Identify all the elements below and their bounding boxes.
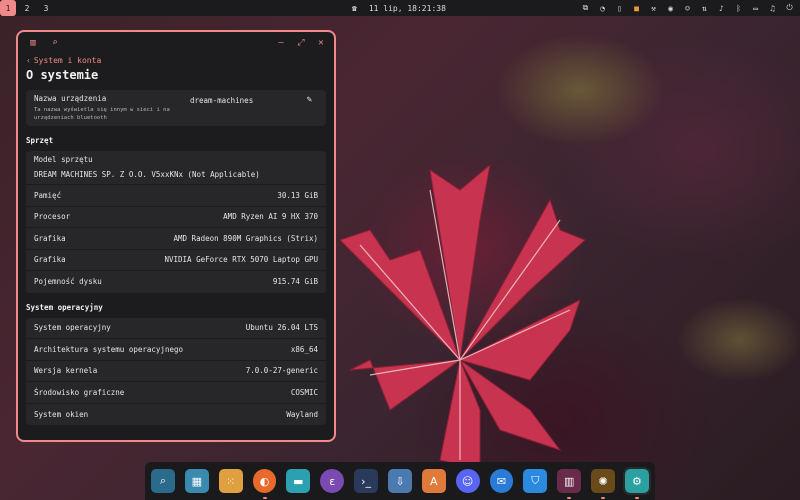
- row-value: 915.74 GiB: [272, 277, 318, 287]
- sun-app-icon[interactable]: ✺: [591, 469, 616, 499]
- thunderbird-icon[interactable]: ✉: [489, 469, 514, 493]
- workspace-2-button[interactable]: 2: [19, 0, 35, 16]
- model-value: DREAM MACHINES SP. Z O.O. V5xxKNx (Not A…: [34, 170, 260, 179]
- workspaces-icon[interactable]: ▦: [184, 469, 209, 493]
- close-button[interactable]: ✕: [314, 36, 328, 50]
- row-label: Pamięć: [34, 190, 62, 200]
- clock-area[interactable]: ☎ 11 lip, 18:21:38: [352, 0, 446, 16]
- row-value: 30.13 GiB: [277, 190, 318, 200]
- row-label: Grafika: [34, 255, 66, 265]
- row-value: Ubuntu 26.04 LTS: [245, 323, 318, 333]
- installer-icon[interactable]: ⇩: [388, 469, 412, 493]
- hardware-group: Model sprzętu DREAM MACHINES SP. Z O.O. …: [26, 151, 326, 293]
- steam-icon[interactable]: ◉: [666, 4, 675, 13]
- search-icon[interactable]: ⌕: [48, 36, 62, 50]
- page-title: O systemie: [26, 68, 99, 82]
- info-row-graphics-1: Grafika AMD Radeon 890M Graphics (Strix): [26, 228, 326, 250]
- chevron-left-icon: ‹: [26, 55, 31, 65]
- phone-icon: ☎: [352, 3, 357, 13]
- edge-icon[interactable]: ◔: [598, 4, 607, 13]
- volume-icon[interactable]: ♪: [717, 4, 726, 13]
- settings-icon[interactable]: ⚙: [623, 467, 651, 499]
- model-row: Model sprzętu DREAM MACHINES SP. Z O.O. …: [26, 151, 326, 185]
- shield-icon[interactable]: ⛉: [523, 469, 548, 493]
- row-label: Pojemność dysku: [34, 277, 102, 287]
- network-icon[interactable]: ⇅: [700, 4, 709, 13]
- row-label: Architektura systemu operacyjnego: [34, 344, 184, 354]
- appcenter-icon[interactable]: A: [421, 469, 446, 493]
- row-label: System okien: [34, 409, 89, 419]
- settings-window: ▥ ⌕ – ⤢ ✕ ‹ System i konta O systemie Na…: [16, 30, 336, 442]
- info-row-windowing: System okien Wayland: [26, 404, 326, 426]
- search-app-icon[interactable]: ⌕: [151, 469, 175, 493]
- terminal-icon[interactable]: ›_: [354, 469, 379, 493]
- model-label: Model sprzętu: [34, 155, 93, 164]
- row-value: AMD Ryzen AI 9 HX 370: [223, 212, 318, 222]
- row-value: NVIDIA GeForce RTX 5070 Laptop GPU: [164, 255, 318, 265]
- row-value: 7.0.0-27-generic: [245, 366, 318, 376]
- row-label: Grafika: [34, 233, 66, 243]
- settings-content: Nazwa urządzenia Ta nazwa wyświetla się …: [18, 90, 334, 425]
- row-value: Wayland: [286, 409, 318, 419]
- row-label: Środowisko graficzne: [34, 387, 125, 397]
- maximize-button[interactable]: ⤢: [294, 36, 308, 50]
- info-row-kernel: Wersja kernela 7.0.0-27-generic: [26, 361, 326, 382]
- row-value: AMD Radeon 890M Graphics (Strix): [173, 233, 319, 243]
- power-icon[interactable]: ⏻: [785, 3, 794, 13]
- battery-icon[interactable]: ▭: [751, 4, 760, 13]
- device-name-label: Nazwa urządzenia: [34, 94, 107, 103]
- files-icon[interactable]: ▬: [286, 469, 311, 493]
- audio-visualizer-icon[interactable]: ▥: [557, 469, 582, 499]
- device-name-card: Nazwa urządzenia Ta nazwa wyświetla się …: [26, 90, 326, 126]
- discord-icon[interactable]: ☺: [455, 469, 480, 493]
- copy-icon[interactable]: ⧉: [581, 3, 590, 13]
- hardware-heading: Sprzęt: [26, 136, 54, 145]
- breadcrumb-label: System i konta: [33, 55, 102, 65]
- window-header: ▥ ⌕ – ⤢ ✕: [18, 32, 334, 54]
- workspace-1-button[interactable]: 1: [0, 0, 16, 16]
- firefox-icon[interactable]: ◐: [252, 469, 277, 499]
- window-controls: – ⤢ ✕: [274, 36, 328, 50]
- discord-icon[interactable]: ☺: [683, 4, 692, 13]
- info-row-arch: Architektura systemu operacyjnego x86_64: [26, 339, 326, 361]
- maple-leaf-image: [339, 163, 586, 471]
- clock-text: 11 lip, 18:21:38: [368, 3, 446, 13]
- row-value: COSMIC: [290, 387, 318, 397]
- app-grid-icon[interactable]: ⁙: [218, 469, 243, 493]
- row-label: System operacyjny: [34, 323, 111, 333]
- device-name-description: Ta nazwa wyświetla się innym w sieci i n…: [34, 107, 170, 121]
- info-row-memory: Pamięć 30.13 GiB: [26, 185, 326, 207]
- dock: ⌕ ▦ ⁙ ◐ ▬ ε ›_ ⇩ A ☺ ✉ ⛉ ▥ ✺ ⚙: [145, 462, 655, 500]
- row-value: x86_64: [290, 344, 318, 354]
- info-row-disk: Pojemność dysku 915.74 GiB: [26, 271, 326, 293]
- workspace-3-button[interactable]: 3: [38, 0, 54, 16]
- info-row-desktop: Środowisko graficzne COSMIC: [26, 382, 326, 404]
- emacs-icon[interactable]: ε: [320, 469, 345, 493]
- notification-icon[interactable]: ♫: [768, 4, 777, 13]
- bookmark-icon[interactable]: ▯: [615, 4, 624, 13]
- minimize-button[interactable]: –: [274, 36, 288, 50]
- edit-pencil-icon[interactable]: ✎: [307, 95, 312, 105]
- device-name-value: dream-machines: [190, 96, 254, 105]
- tool-icon[interactable]: ⚒: [649, 4, 658, 13]
- bluetooth-icon[interactable]: ᛒ: [734, 4, 743, 13]
- info-row-graphics-2: Grafika NVIDIA GeForce RTX 5070 Laptop G…: [26, 250, 326, 271]
- top-panel: 1 2 3 ☎ 11 lip, 18:21:38 ⧉ ◔ ▯ ■ ⚒ ◉ ☺ ⇅…: [0, 0, 800, 16]
- info-row-processor: Procesor AMD Ryzen AI 9 HX 370: [26, 207, 326, 228]
- workspace-switcher: 1 2 3: [0, 0, 54, 16]
- row-label: Procesor: [34, 212, 71, 222]
- os-heading: System operacyjny: [26, 302, 103, 312]
- box-icon[interactable]: ■: [632, 4, 641, 13]
- os-group: System operacyjny Ubuntu 26.04 LTS Archi…: [26, 317, 326, 426]
- sidebar-toggle-icon[interactable]: ▥: [26, 36, 40, 50]
- breadcrumb[interactable]: ‹ System i konta: [18, 54, 334, 66]
- row-label: Wersja kernela: [34, 366, 98, 376]
- system-tray: ⧉ ◔ ▯ ■ ⚒ ◉ ☺ ⇅ ♪ ᛒ ▭ ♫ ⏻: [581, 0, 794, 16]
- info-row-os: System operacyjny Ubuntu 26.04 LTS: [26, 318, 326, 339]
